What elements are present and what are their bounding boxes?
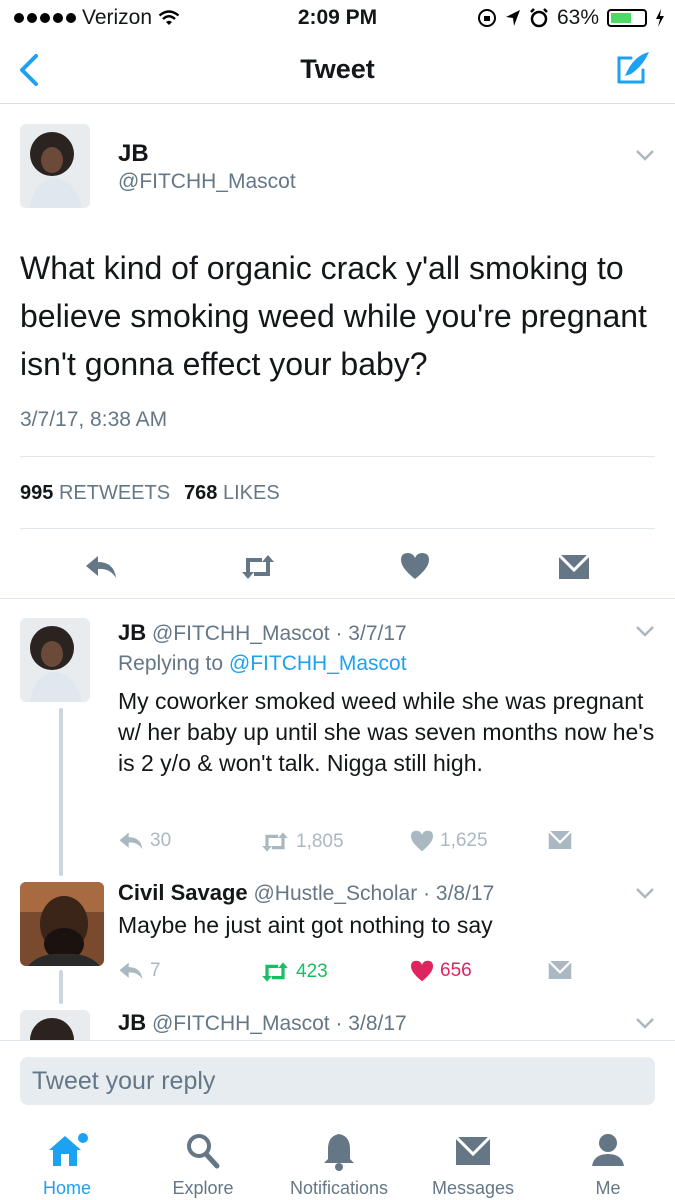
charging-icon — [656, 9, 664, 27]
tab-messages[interactable]: Messages — [408, 1128, 538, 1199]
tab-me[interactable]: Me — [543, 1128, 673, 1199]
chevron-down-icon[interactable] — [635, 886, 655, 900]
tweet-text: What kind of organic crack y'all smoking… — [20, 250, 647, 382]
divider — [0, 598, 675, 599]
retweet-button[interactable]: 423 — [260, 960, 328, 984]
divider — [20, 528, 655, 529]
reply-header: JB @FITCHH_Mascot · 3/8/17 — [118, 1010, 407, 1036]
reply-icon — [119, 962, 143, 980]
home-icon — [49, 1133, 88, 1166]
reply-date: · 3/7/17 — [335, 622, 407, 645]
reply-input[interactable]: Tweet your reply — [20, 1057, 655, 1105]
author-handle[interactable]: @Hustle_Scholar — [253, 882, 417, 905]
avatar[interactable] — [20, 618, 90, 702]
tweet-timestamp: 3/7/17, 8:38 AM — [20, 408, 168, 431]
retweet-icon — [262, 832, 288, 852]
reply-text: My coworker smoked weed while she was pr… — [118, 688, 655, 776]
direct-message-icon[interactable] — [558, 554, 590, 580]
retweet-count: 423 — [296, 961, 328, 982]
chevron-down-icon[interactable] — [635, 148, 655, 162]
retweet-icon[interactable] — [240, 552, 276, 582]
tab-label: Messages — [431, 1178, 515, 1198]
like-icon[interactable] — [400, 552, 430, 580]
like-button[interactable]: 656 — [410, 960, 472, 982]
author-name[interactable]: JB — [118, 1010, 146, 1035]
nav-bar: Tweet — [0, 36, 675, 104]
battery-icon — [607, 9, 647, 27]
like-button[interactable]: 1,625 — [410, 830, 488, 852]
tab-label: Me — [595, 1178, 621, 1198]
orientation-lock-icon — [477, 9, 496, 27]
like-icon — [411, 960, 433, 982]
reply-actions: 7 423 656 — [118, 960, 658, 986]
author-name[interactable]: JB — [118, 620, 146, 645]
avatar[interactable] — [20, 882, 104, 966]
author-handle[interactable]: @FITCHH_Mascot — [118, 170, 296, 194]
like-icon — [411, 830, 433, 852]
reply-actions: 30 1,805 1,625 — [118, 830, 658, 856]
chevron-down-icon[interactable] — [635, 1016, 655, 1030]
person-icon — [592, 1134, 624, 1166]
retweet-count: 1,805 — [296, 831, 344, 852]
alarm-icon — [530, 8, 548, 28]
retweet-icon — [262, 962, 288, 982]
compose-tweet-icon[interactable] — [613, 48, 653, 88]
direct-message-icon — [548, 830, 572, 849]
reply-date: · 3/8/17 — [423, 882, 495, 905]
chevron-down-icon[interactable] — [635, 624, 655, 638]
direct-message-button[interactable] — [548, 960, 572, 980]
tweet-actions — [0, 548, 675, 588]
direct-message-icon — [548, 960, 572, 979]
replying-to: Replying to @FITCHH_Mascot — [118, 652, 407, 675]
reply-count: 7 — [150, 960, 161, 981]
reply-header: Civil Savage @Hustle_Scholar · 3/8/17 — [118, 880, 494, 906]
tab-label: Home — [42, 1178, 91, 1198]
tab-label: Notifications — [289, 1178, 389, 1198]
reply-header: JB @FITCHH_Mascot · 3/7/17 — [118, 620, 407, 646]
reply-composer: Tweet your reply — [0, 1040, 675, 1120]
reply-button[interactable]: 7 — [118, 960, 161, 982]
author-name[interactable]: JB — [118, 140, 149, 168]
author-handle[interactable]: @FITCHH_Mascot — [152, 1012, 330, 1035]
battery-percent: 63% — [556, 6, 599, 29]
envelope-icon — [455, 1136, 491, 1165]
tweet-stats: 995 RETWEETS 768 LIKES — [20, 482, 280, 505]
retweet-button[interactable]: 1,805 — [260, 830, 344, 854]
reply-date: · 3/8/17 — [335, 1012, 407, 1035]
author-name[interactable]: Civil Savage — [118, 880, 248, 905]
status-bar: Verizon 2:09 PM 63% — [0, 0, 675, 36]
like-count: 1,625 — [440, 830, 488, 851]
direct-message-button[interactable] — [548, 830, 572, 850]
likes-stat[interactable]: 768 LIKES — [184, 482, 280, 505]
retweets-stat[interactable]: 995 RETWEETS — [20, 482, 170, 505]
avatar[interactable] — [20, 124, 90, 208]
mention-link[interactable]: @FITCHH_Mascot — [229, 652, 407, 675]
location-icon — [505, 10, 520, 26]
thread-line — [59, 708, 63, 876]
tab-notifications[interactable]: Notifications — [274, 1128, 404, 1199]
tab-explore[interactable]: Explore — [138, 1128, 268, 1199]
like-count: 656 — [440, 960, 472, 981]
page-title: Tweet — [300, 54, 375, 84]
reply-icon[interactable] — [84, 554, 118, 580]
search-icon — [187, 1134, 220, 1169]
reply-icon — [119, 832, 143, 850]
author-handle[interactable]: @FITCHH_Mascot — [152, 622, 330, 645]
bell-icon — [324, 1134, 354, 1171]
reply-count: 30 — [150, 830, 172, 851]
divider — [20, 456, 655, 457]
thread-line — [59, 970, 63, 1004]
tab-label: Explore — [172, 1178, 234, 1198]
reply-button[interactable]: 30 — [118, 830, 171, 852]
tab-home[interactable]: Home — [2, 1128, 132, 1199]
tab-bar: Home Explore Notifications Messages Me — [0, 1120, 675, 1200]
status-right: 63% — [477, 6, 665, 30]
reply-text: Maybe he just aint got nothing to say — [118, 912, 493, 938]
